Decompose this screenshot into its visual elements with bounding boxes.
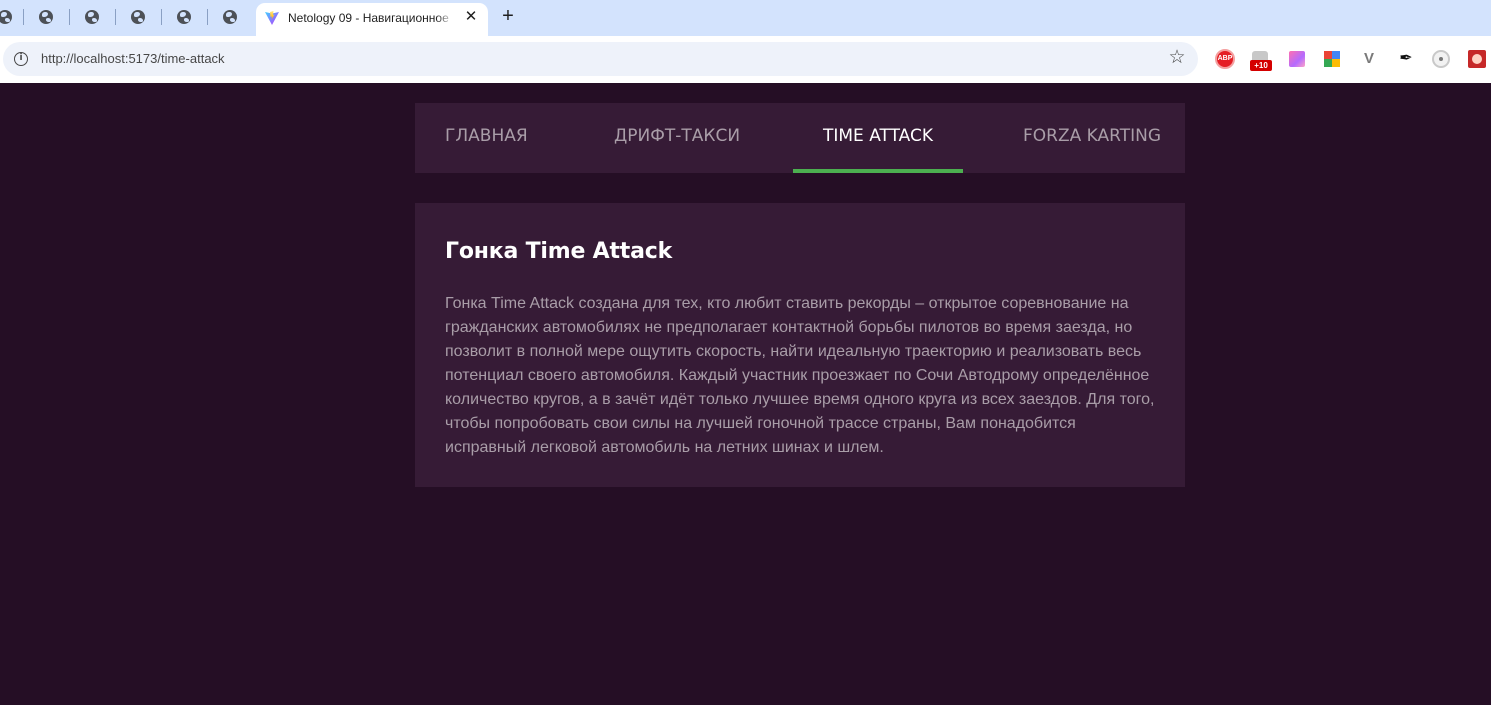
article-title: Гонка Time Attack (445, 239, 672, 264)
background-tab-6[interactable] (220, 8, 240, 26)
red-extension-icon[interactable] (1468, 50, 1486, 68)
background-tab-4[interactable] (128, 8, 148, 26)
article-card: Гонка Time Attack Гонка Time Attack созд… (415, 203, 1185, 487)
globe-icon (223, 10, 237, 24)
nav-link-drift-taxi[interactable]: ДРИФТ-ТАКСИ (614, 103, 740, 173)
tab-separator (161, 9, 162, 25)
background-tab-2[interactable] (36, 8, 56, 26)
nav-link-time-attack[interactable]: TIME ATTACK (793, 103, 963, 173)
browser-tab-strip: Netology 09 - Навигационное ✕ + (0, 0, 1491, 36)
active-tab-title: Netology 09 - Навигационное (288, 11, 454, 25)
globe-icon (85, 10, 99, 24)
address-bar-url[interactable]: http://localhost:5173/time-attack (41, 51, 225, 66)
tab-separator (115, 9, 116, 25)
color-picker-extension-icon[interactable]: ✒ (1396, 49, 1416, 69)
google-tile-red (1324, 51, 1332, 59)
bookmark-star-icon[interactable]: ☆ (1166, 47, 1188, 69)
vue-devtools-extension-icon[interactable]: V (1360, 51, 1378, 67)
nav-link-home[interactable]: ГЛАВНАЯ (445, 103, 528, 173)
browser-toolbar: i http://localhost:5173/time-attack ☆ AB… (0, 36, 1491, 83)
extension-badge: +10 (1250, 60, 1272, 71)
gradient-extension-icon[interactable] (1289, 51, 1305, 67)
tab-separator (23, 9, 24, 25)
article-body: Гонка Time Attack создана для тех, кто л… (445, 295, 1155, 456)
background-tab-1[interactable] (0, 8, 15, 26)
globe-icon (0, 10, 12, 24)
background-tab-3[interactable] (82, 8, 102, 26)
main-navigation: ГЛАВНАЯ ДРИФТ-ТАКСИ TIME ATTACK FORZA KA… (415, 103, 1185, 173)
google-tile-blue (1332, 51, 1340, 59)
background-tab-5[interactable] (174, 8, 194, 26)
active-tab[interactable]: Netology 09 - Навигационное ✕ (256, 3, 488, 36)
round-extension-icon[interactable] (1432, 50, 1450, 68)
nav-link-forza-karting[interactable]: FORZA KARTING (1023, 103, 1161, 173)
google-tile-green (1324, 59, 1332, 67)
adblock-plus-extension-icon[interactable]: ABP (1215, 49, 1235, 69)
globe-icon (177, 10, 191, 24)
address-bar[interactable]: i http://localhost:5173/time-attack ☆ (3, 42, 1198, 76)
new-tab-button[interactable]: + (497, 5, 519, 27)
video-extension-icon[interactable]: +10 (1250, 49, 1272, 71)
globe-icon (131, 10, 145, 24)
site-info-icon[interactable]: i (14, 52, 28, 66)
tab-separator (207, 9, 208, 25)
globe-icon (39, 10, 53, 24)
google-tile-yellow (1332, 59, 1340, 67)
close-tab-icon[interactable]: ✕ (462, 8, 480, 26)
google-extension-icon[interactable] (1324, 51, 1340, 67)
vite-logo-icon (265, 11, 279, 25)
tab-separator (69, 9, 70, 25)
